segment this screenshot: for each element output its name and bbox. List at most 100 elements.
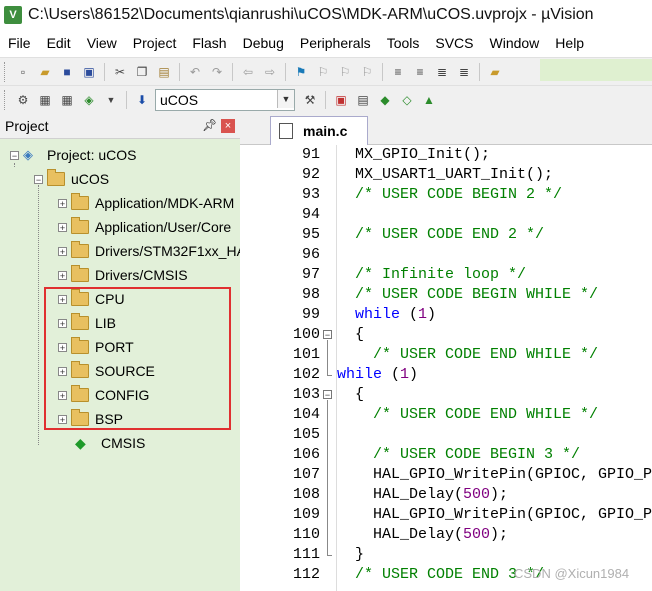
menu-svcs[interactable]: SVCS: [427, 30, 481, 56]
close-icon[interactable]: ×: [221, 119, 235, 133]
pack-installer-icon[interactable]: ◇: [398, 91, 416, 109]
select-packs-icon[interactable]: ◆: [376, 91, 394, 109]
rte-icon[interactable]: ▲: [420, 91, 438, 109]
code-line[interactable]: HAL_GPIO_WritePin(GPIOC, GPIO_PIN_13, GP…: [337, 465, 652, 485]
nav-forward-icon[interactable]: ⇨: [261, 63, 279, 81]
menu-view[interactable]: View: [79, 30, 125, 56]
chevron-down-icon[interactable]: ▼: [277, 90, 294, 108]
pin-icon[interactable]: 📌︎: [202, 118, 217, 132]
paste-icon[interactable]: ▤: [155, 63, 173, 81]
code-line[interactable]: /* USER CODE BEGIN WHILE */: [337, 285, 598, 305]
code-line[interactable]: HAL_GPIO_WritePin(GPIOC, GPIO_PIN_13, GP…: [337, 505, 652, 525]
menu-debug[interactable]: Debug: [235, 30, 292, 56]
code-line[interactable]: /* USER CODE END WHILE */: [337, 345, 598, 365]
code-line[interactable]: while (1): [337, 365, 418, 385]
code-editor[interactable]: MX_GPIO_Init(); MX_USART1_UART_Init(); /…: [337, 145, 652, 591]
unindent-icon[interactable]: ≡: [411, 63, 429, 81]
bookmark-icon[interactable]: ⚑: [292, 63, 310, 81]
translate-icon[interactable]: ⚙: [14, 91, 32, 109]
build-icon[interactable]: ▦: [36, 91, 54, 109]
tree-item-group-port[interactable]: + PORT: [58, 336, 134, 358]
code-line[interactable]: /* USER CODE END 2 */: [337, 225, 544, 245]
find-combo[interactable]: [540, 59, 652, 81]
redo-icon[interactable]: ↷: [208, 63, 226, 81]
expand-icon[interactable]: +: [58, 342, 67, 352]
code-line[interactable]: /* USER CODE END 3 */: [337, 565, 544, 585]
menu-flash[interactable]: Flash: [184, 30, 234, 56]
code-line[interactable]: while (1): [337, 305, 436, 325]
tree-item-group-cpu[interactable]: + CPU: [58, 288, 125, 310]
save-all-icon[interactable]: ▣: [80, 63, 98, 81]
expand-icon[interactable]: +: [58, 390, 67, 400]
expand-icon[interactable]: +: [58, 246, 67, 256]
fold-collapse-icon[interactable]: −: [323, 330, 332, 340]
tree-item-cmsis-component[interactable]: ◆ CMSIS: [75, 432, 145, 454]
code-line[interactable]: HAL_Delay(500);: [337, 525, 508, 545]
code-line[interactable]: {: [337, 385, 364, 405]
load-download-icon[interactable]: ⬇: [133, 91, 151, 109]
code-line[interactable]: /* USER CODE BEGIN 2 */: [337, 185, 562, 205]
code-line[interactable]: MX_GPIO_Init();: [337, 145, 490, 165]
code-line[interactable]: }: [337, 545, 364, 565]
tree-item-project[interactable]: − ◈ Project: uCOS: [10, 144, 136, 166]
manage-project-items-icon[interactable]: ▣: [332, 91, 350, 109]
code-line[interactable]: MX_USART1_UART_Init();: [337, 165, 553, 185]
expand-icon[interactable]: +: [58, 294, 67, 304]
expand-icon[interactable]: +: [58, 366, 67, 376]
cut-icon[interactable]: ✂: [111, 63, 129, 81]
copy-icon[interactable]: ❐: [133, 63, 151, 81]
line-number: 107: [292, 466, 320, 483]
code-line[interactable]: {: [337, 325, 364, 345]
code-line[interactable]: /* USER CODE BEGIN 3 */: [337, 445, 580, 465]
line-number: 106: [292, 446, 320, 463]
manage-rte-icon[interactable]: ▤: [354, 91, 372, 109]
expand-icon[interactable]: +: [58, 270, 67, 280]
code-line[interactable]: HAL_Delay(500);: [337, 485, 508, 505]
tree-item-group-bsp[interactable]: + BSP: [58, 408, 123, 430]
save-icon[interactable]: ■: [58, 63, 76, 81]
tree-item-target[interactable]: − uCOS: [34, 168, 109, 190]
expand-icon[interactable]: +: [58, 222, 67, 232]
expand-icon[interactable]: +: [58, 318, 67, 328]
tab-main-c[interactable]: main.c: [270, 116, 368, 145]
menu-peripherals[interactable]: Peripherals: [292, 30, 379, 56]
menu-project[interactable]: Project: [125, 30, 185, 56]
fold-collapse-icon[interactable]: −: [323, 390, 332, 400]
tree-item-group-source[interactable]: + SOURCE: [58, 360, 155, 382]
collapse-icon[interactable]: −: [10, 150, 19, 160]
tree-item-group-lib[interactable]: + LIB: [58, 312, 116, 334]
prev-bookmark-icon[interactable]: ⚐: [314, 63, 332, 81]
target-options-icon[interactable]: ⚒: [301, 91, 319, 109]
comment-icon[interactable]: ≣: [433, 63, 451, 81]
next-bookmark-icon[interactable]: ⚐: [336, 63, 354, 81]
tree-item-group[interactable]: + Drivers/STM32F1xx_HAL_Driver: [58, 240, 240, 262]
new-file-icon[interactable]: ▫: [14, 63, 32, 81]
collapse-icon[interactable]: −: [34, 174, 43, 184]
tree-item-group[interactable]: + Application/User/Core: [58, 216, 231, 238]
toolbar-grip[interactable]: [4, 62, 8, 82]
expand-icon[interactable]: +: [58, 198, 67, 208]
menu-edit[interactable]: Edit: [39, 30, 79, 56]
clear-bookmarks-icon[interactable]: ⚐: [358, 63, 376, 81]
indent-icon[interactable]: ≡: [389, 63, 407, 81]
rebuild-icon[interactable]: ▦: [58, 91, 76, 109]
tree-item-group[interactable]: + Drivers/CMSIS: [58, 264, 188, 286]
uncomment-icon[interactable]: ≣: [455, 63, 473, 81]
menu-window[interactable]: Window: [482, 30, 548, 56]
code-line[interactable]: /* USER CODE END WHILE */: [337, 405, 598, 425]
batch-dropdown-icon[interactable]: ▼: [102, 91, 120, 109]
expand-icon[interactable]: +: [58, 414, 67, 424]
find-in-files-icon[interactable]: ▰: [486, 63, 504, 81]
nav-back-icon[interactable]: ⇦: [239, 63, 257, 81]
batch-build-icon[interactable]: ◈: [80, 91, 98, 109]
open-folder-icon[interactable]: ▰: [36, 63, 54, 81]
menu-file[interactable]: File: [0, 30, 39, 56]
tree-item-group-config[interactable]: + CONFIG: [58, 384, 149, 406]
target-select[interactable]: uCOS ▼: [155, 89, 295, 111]
menu-help[interactable]: Help: [547, 30, 592, 56]
undo-icon[interactable]: ↶: [186, 63, 204, 81]
menu-tools[interactable]: Tools: [379, 30, 428, 56]
tree-item-group[interactable]: + Application/MDK-ARM: [58, 192, 234, 214]
toolbar-grip[interactable]: [4, 90, 8, 110]
code-line[interactable]: /* Infinite loop */: [337, 265, 526, 285]
